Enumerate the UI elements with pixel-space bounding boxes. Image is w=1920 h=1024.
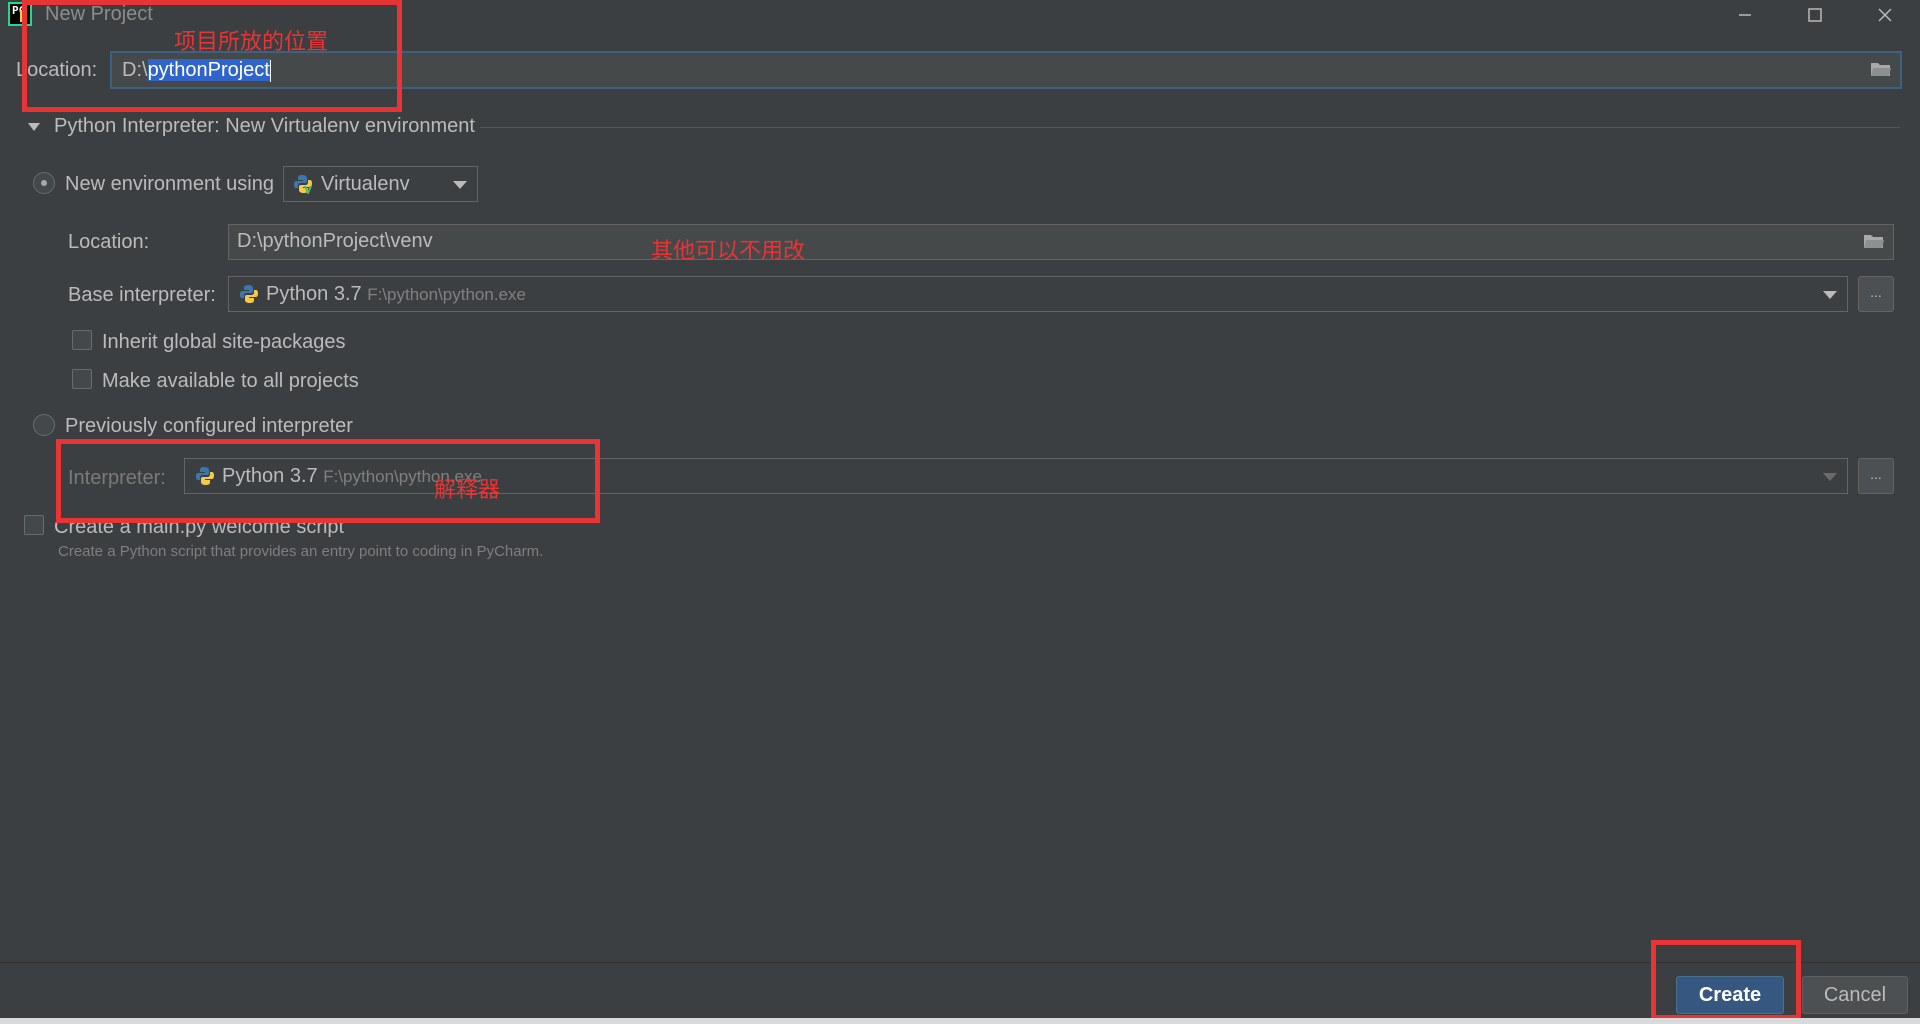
others-annotation-text: 其他可以不用改 bbox=[651, 238, 806, 263]
maximize-button[interactable] bbox=[1785, 0, 1845, 30]
interpreter-annotation-text: 解释器 bbox=[434, 477, 501, 502]
venv-location-value: D:\pythonProject\venv bbox=[237, 230, 433, 252]
interpreter-browse-button[interactable]: ... bbox=[1858, 458, 1894, 494]
section-divider bbox=[480, 127, 1900, 128]
interpreter-section-toggle[interactable]: Python Interpreter: New Virtualenv envir… bbox=[28, 115, 475, 138]
close-button[interactable] bbox=[1855, 0, 1915, 30]
dropdown-arrow-icon bbox=[453, 181, 467, 189]
inherit-packages-checkbox[interactable] bbox=[72, 330, 92, 350]
previous-interpreter-label: Previously configured interpreter bbox=[65, 415, 353, 437]
make-available-checkbox[interactable] bbox=[72, 369, 92, 389]
base-interpreter-name: Python 3.7 bbox=[266, 283, 362, 305]
browse-folder-icon[interactable] bbox=[1863, 233, 1885, 249]
inherit-packages-label: Inherit global site-packages bbox=[102, 331, 346, 353]
interpreter-annotation-box bbox=[56, 439, 600, 523]
welcome-script-description: Create a Python script that provides an … bbox=[58, 543, 544, 560]
dropdown-arrow-icon bbox=[1823, 291, 1837, 299]
cancel-button[interactable]: Cancel bbox=[1802, 976, 1908, 1014]
collapse-triangle-icon bbox=[28, 122, 40, 131]
base-interpreter-browse-button[interactable]: ... bbox=[1858, 276, 1894, 312]
minimize-icon bbox=[1739, 14, 1751, 16]
location-annotation-box bbox=[22, 0, 402, 112]
location-annotation-text: 项目所放的位置 bbox=[174, 29, 329, 54]
make-available-label: Make available to all projects bbox=[102, 370, 359, 392]
environment-tool-value: Virtualenv bbox=[321, 173, 410, 195]
maximize-icon bbox=[1808, 8, 1822, 22]
section-title: Python Interpreter: New Virtualenv envir… bbox=[54, 115, 475, 137]
python-icon bbox=[240, 285, 258, 303]
dropdown-arrow-icon bbox=[1823, 473, 1837, 481]
bottom-strip bbox=[0, 1018, 1920, 1024]
footer-divider bbox=[0, 962, 1920, 963]
new-environment-radio[interactable] bbox=[33, 172, 55, 194]
previous-interpreter-radio[interactable] bbox=[33, 414, 55, 436]
create-annotation-box bbox=[1651, 940, 1801, 1020]
close-icon bbox=[1878, 8, 1892, 22]
virtualenv-icon bbox=[294, 175, 312, 194]
base-interpreter-select[interactable]: Python 3.7 F:\python\python.exe bbox=[228, 276, 1848, 312]
venv-location-label: Location: bbox=[68, 231, 150, 253]
base-interpreter-label: Base interpreter: bbox=[68, 284, 216, 306]
browse-folder-icon[interactable] bbox=[1870, 61, 1892, 77]
minimize-button[interactable] bbox=[1715, 0, 1775, 30]
welcome-script-checkbox[interactable] bbox=[24, 515, 44, 535]
environment-tool-select[interactable]: Virtualenv bbox=[283, 166, 478, 202]
venv-location-input[interactable]: D:\pythonProject\venv bbox=[228, 224, 1894, 260]
new-environment-label: New environment using bbox=[65, 173, 274, 195]
base-interpreter-path: F:\python\python.exe bbox=[367, 285, 526, 304]
